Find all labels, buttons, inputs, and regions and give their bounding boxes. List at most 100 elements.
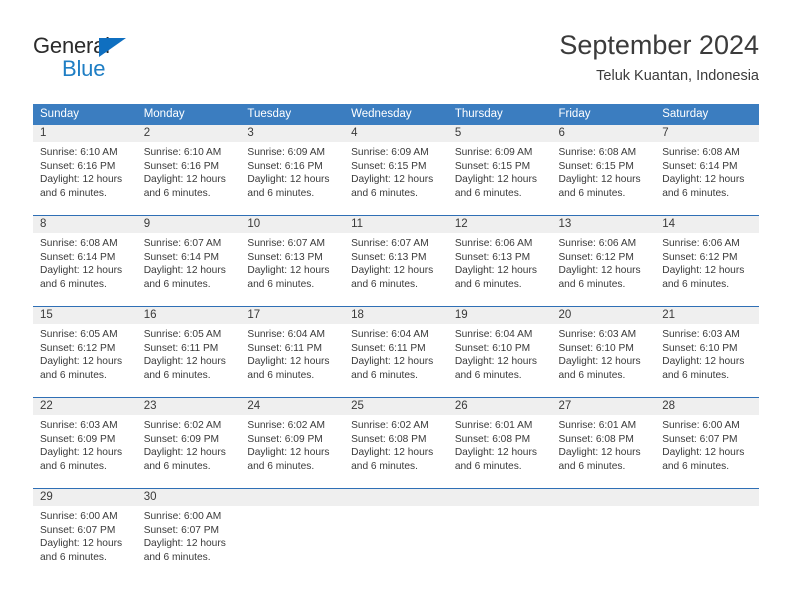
day-cell[interactable]: 12 Sunrise: 6:06 AM Sunset: 6:13 PM Dayl… xyxy=(447,215,552,307)
day-number: 1 xyxy=(33,125,137,142)
day-number: 15 xyxy=(33,307,137,324)
day-cell[interactable]: 28 Sunrise: 6:00 AM Sunset: 6:07 PM Dayl… xyxy=(655,397,759,489)
daylight-text: Daylight: 12 hours xyxy=(40,447,123,459)
sunset-text: Sunset: 6:16 PM xyxy=(143,160,220,172)
sunrise-text: Sunrise: 6:08 AM xyxy=(662,147,740,158)
sunrise-text: Sunrise: 6:00 AM xyxy=(40,511,118,522)
daylight-text: Daylight: 12 hours xyxy=(143,265,226,277)
day-cell[interactable]: 26 Sunrise: 6:01 AM Sunset: 6:08 PM Dayl… xyxy=(447,397,552,489)
day-number: 6 xyxy=(551,125,656,142)
day-details: Sunrise: 6:03 AM Sunset: 6:09 PM Dayligh… xyxy=(33,415,137,473)
day-cell[interactable]: 11 Sunrise: 6:07 AM Sunset: 6:13 PM Dayl… xyxy=(344,215,448,307)
day-cell-empty xyxy=(344,488,448,579)
day-cell[interactable]: 21 Sunrise: 6:03 AM Sunset: 6:10 PM Dayl… xyxy=(655,306,759,398)
day-number: 2 xyxy=(136,125,241,142)
day-number: 27 xyxy=(551,398,656,415)
day-cell[interactable]: 13 Sunrise: 6:06 AM Sunset: 6:12 PM Dayl… xyxy=(551,215,656,307)
sunset-text: Sunset: 6:15 PM xyxy=(351,160,427,172)
day-cell[interactable]: 3 Sunrise: 6:09 AM Sunset: 6:16 PM Dayli… xyxy=(240,125,345,216)
day-cell[interactable]: 1 Sunrise: 6:10 AM Sunset: 6:16 PM Dayli… xyxy=(33,125,137,216)
day-cell[interactable]: 10 Sunrise: 6:07 AM Sunset: 6:13 PM Dayl… xyxy=(240,215,345,307)
day-number: 19 xyxy=(447,307,552,324)
day-number: 10 xyxy=(240,216,345,233)
day-cell[interactable]: 6 Sunrise: 6:08 AM Sunset: 6:15 PM Dayli… xyxy=(551,125,656,216)
calendar-week-row: 15 Sunrise: 6:05 AM Sunset: 6:12 PM Dayl… xyxy=(33,306,759,398)
sunrise-text: Sunrise: 6:03 AM xyxy=(662,329,740,340)
sunset-text: Sunset: 6:07 PM xyxy=(143,524,220,536)
day-number: 18 xyxy=(344,307,448,324)
day-cell[interactable]: 22 Sunrise: 6:03 AM Sunset: 6:09 PM Dayl… xyxy=(33,397,137,489)
day-details: Sunrise: 6:08 AM Sunset: 6:14 PM Dayligh… xyxy=(33,233,137,291)
day-cell[interactable]: 24 Sunrise: 6:02 AM Sunset: 6:09 PM Dayl… xyxy=(240,397,345,489)
daylight-text: Daylight: 12 hours xyxy=(143,356,226,368)
sunset-text: Sunset: 6:10 PM xyxy=(454,342,531,354)
day-details: Sunrise: 6:07 AM Sunset: 6:13 PM Dayligh… xyxy=(344,233,448,291)
sunset-text: Sunset: 6:13 PM xyxy=(454,251,531,263)
day-details: Sunrise: 6:06 AM Sunset: 6:12 PM Dayligh… xyxy=(552,233,656,291)
day-number: 17 xyxy=(240,307,345,324)
sunrise-text: Sunrise: 6:00 AM xyxy=(143,511,222,522)
daylight-text: Daylight: 12 hours xyxy=(351,447,434,459)
day-cell[interactable]: 5 Sunrise: 6:09 AM Sunset: 6:15 PM Dayli… xyxy=(447,125,552,216)
daylight-text: Daylight: 12 hours xyxy=(662,174,745,186)
sunrise-text: Sunrise: 6:08 AM xyxy=(558,147,637,158)
sunset-text: Sunset: 6:13 PM xyxy=(351,251,427,263)
day-cell[interactable]: 4 Sunrise: 6:09 AM Sunset: 6:15 PM Dayli… xyxy=(344,125,448,216)
daylight-text-cont: and 6 minutes. xyxy=(143,187,211,199)
weekday-header-sunday: Sunday xyxy=(33,104,137,125)
day-details: Sunrise: 6:10 AM Sunset: 6:16 PM Dayligh… xyxy=(33,142,137,200)
day-cell[interactable]: 9 Sunrise: 6:07 AM Sunset: 6:14 PM Dayli… xyxy=(136,215,241,307)
sunrise-text: Sunrise: 6:03 AM xyxy=(558,329,637,340)
day-cell[interactable]: 30 Sunrise: 6:00 AM Sunset: 6:07 PM Dayl… xyxy=(136,488,241,579)
day-cell[interactable]: 2 Sunrise: 6:10 AM Sunset: 6:16 PM Dayli… xyxy=(136,125,241,216)
day-cell[interactable]: 15 Sunrise: 6:05 AM Sunset: 6:12 PM Dayl… xyxy=(33,306,137,398)
daylight-text: Daylight: 12 hours xyxy=(454,265,537,277)
sunrise-text: Sunrise: 6:05 AM xyxy=(143,329,222,340)
day-number xyxy=(344,489,448,506)
daylight-text: Daylight: 12 hours xyxy=(454,447,537,459)
daylight-text: Daylight: 12 hours xyxy=(40,265,123,277)
sunset-text: Sunset: 6:10 PM xyxy=(662,342,738,354)
day-details: Sunrise: 6:04 AM Sunset: 6:10 PM Dayligh… xyxy=(448,324,552,382)
sunrise-text: Sunrise: 6:06 AM xyxy=(662,238,740,249)
sunrise-text: Sunrise: 6:01 AM xyxy=(558,420,637,431)
daylight-text-cont: and 6 minutes. xyxy=(40,278,107,290)
day-cell[interactable]: 19 Sunrise: 6:04 AM Sunset: 6:10 PM Dayl… xyxy=(447,306,552,398)
daylight-text: Daylight: 12 hours xyxy=(662,265,745,277)
day-details: Sunrise: 6:00 AM Sunset: 6:07 PM Dayligh… xyxy=(137,506,241,564)
sunrise-text: Sunrise: 6:07 AM xyxy=(351,238,429,249)
day-number: 21 xyxy=(655,307,759,324)
day-number: 25 xyxy=(344,398,448,415)
day-cell[interactable]: 14 Sunrise: 6:06 AM Sunset: 6:12 PM Dayl… xyxy=(655,215,759,307)
day-details: Sunrise: 6:02 AM Sunset: 6:08 PM Dayligh… xyxy=(344,415,448,473)
day-cell[interactable]: 18 Sunrise: 6:04 AM Sunset: 6:11 PM Dayl… xyxy=(344,306,448,398)
daylight-text: Daylight: 12 hours xyxy=(351,174,434,186)
day-details: Sunrise: 6:02 AM Sunset: 6:09 PM Dayligh… xyxy=(137,415,241,473)
sunrise-text: Sunrise: 6:09 AM xyxy=(454,147,533,158)
day-cell[interactable]: 29 Sunrise: 6:00 AM Sunset: 6:07 PM Dayl… xyxy=(33,488,137,579)
title-block: September 2024 Teluk Kuantan, Indonesia xyxy=(559,28,759,87)
sunrise-text: Sunrise: 6:10 AM xyxy=(40,147,118,158)
daylight-text: Daylight: 12 hours xyxy=(40,174,123,186)
day-details: Sunrise: 6:09 AM Sunset: 6:16 PM Dayligh… xyxy=(240,142,344,200)
day-details: Sunrise: 6:06 AM Sunset: 6:12 PM Dayligh… xyxy=(655,233,759,291)
day-cell[interactable]: 8 Sunrise: 6:08 AM Sunset: 6:14 PM Dayli… xyxy=(33,215,137,307)
daylight-text-cont: and 6 minutes. xyxy=(40,187,107,199)
day-cell[interactable]: 25 Sunrise: 6:02 AM Sunset: 6:08 PM Dayl… xyxy=(344,397,448,489)
day-cell[interactable]: 16 Sunrise: 6:05 AM Sunset: 6:11 PM Dayl… xyxy=(136,306,241,398)
sunrise-text: Sunrise: 6:02 AM xyxy=(247,420,325,431)
day-cell[interactable]: 17 Sunrise: 6:04 AM Sunset: 6:11 PM Dayl… xyxy=(240,306,345,398)
day-cell[interactable]: 7 Sunrise: 6:08 AM Sunset: 6:14 PM Dayli… xyxy=(655,125,759,216)
daylight-text-cont: and 6 minutes. xyxy=(143,460,211,472)
day-details: Sunrise: 6:07 AM Sunset: 6:13 PM Dayligh… xyxy=(240,233,344,291)
sunrise-text: Sunrise: 6:03 AM xyxy=(40,420,118,431)
daylight-text-cont: and 6 minutes. xyxy=(40,369,107,381)
day-cell[interactable]: 20 Sunrise: 6:03 AM Sunset: 6:10 PM Dayl… xyxy=(551,306,656,398)
day-cell[interactable]: 27 Sunrise: 6:01 AM Sunset: 6:08 PM Dayl… xyxy=(551,397,656,489)
sunset-text: Sunset: 6:10 PM xyxy=(558,342,634,354)
calendar-header-row: Sunday Monday Tuesday Wednesday Thursday… xyxy=(33,104,759,125)
logo-text-blue: Blue xyxy=(62,56,106,81)
day-cell[interactable]: 23 Sunrise: 6:02 AM Sunset: 6:09 PM Dayl… xyxy=(136,397,241,489)
day-details: Sunrise: 6:07 AM Sunset: 6:14 PM Dayligh… xyxy=(137,233,241,291)
sunset-text: Sunset: 6:08 PM xyxy=(351,433,427,445)
